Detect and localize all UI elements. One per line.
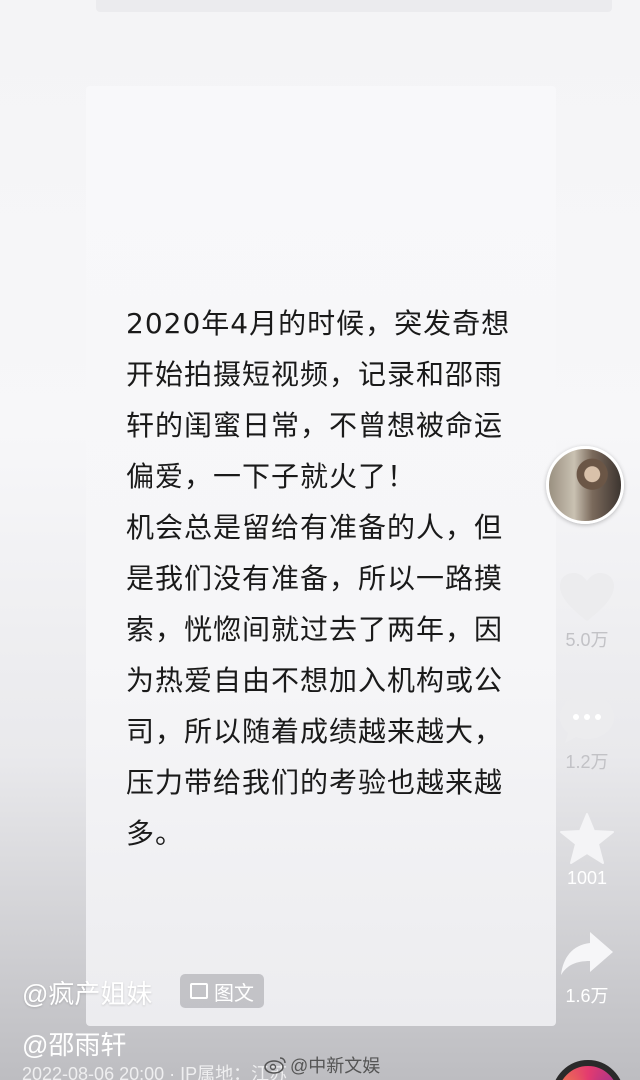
watermark-text: @中新文娱 bbox=[290, 1056, 381, 1076]
music-disc[interactable] bbox=[552, 1060, 624, 1080]
share-arrow-icon bbox=[561, 932, 613, 975]
image-text-badge: 图文 bbox=[180, 974, 264, 1008]
favorite-count: 1001 bbox=[566, 868, 608, 888]
comment-bubble-icon bbox=[560, 695, 614, 743]
comment-count: 1.2万 bbox=[565, 752, 609, 772]
article-text: 2020年4月的时候，突发奇想开始拍摄短视频，记录和邵雨轩的闺蜜日常，不曾想被命… bbox=[126, 298, 521, 859]
share-button[interactable]: 1.6万 bbox=[548, 928, 626, 1008]
heart-icon bbox=[560, 573, 614, 621]
mention-handle[interactable]: @邵雨轩 bbox=[22, 1025, 126, 1062]
author-avatar[interactable] bbox=[546, 446, 624, 524]
image-text-icon bbox=[190, 983, 208, 999]
top-bar bbox=[96, 0, 612, 12]
like-button[interactable]: 5.0万 bbox=[548, 572, 626, 652]
article-paragraph-2: 机会总是留给有准备的人，但是我们没有准备，所以一路摸索，恍惚间就过去了两年，因为… bbox=[126, 511, 504, 850]
badge-label: 图文 bbox=[214, 980, 254, 1005]
comment-button[interactable]: 1.2万 bbox=[548, 692, 626, 774]
favorite-button[interactable]: 1001 bbox=[548, 812, 626, 889]
author-handle[interactable]: @疯产姐妹 bbox=[22, 974, 152, 1011]
post-meta: 2022-08-06 20:00 · IP属地：江苏 bbox=[22, 1064, 288, 1080]
weibo-icon bbox=[264, 1057, 286, 1074]
article-paragraph-1: 2020年4月的时候，突发奇想开始拍摄短视频，记录和邵雨轩的闺蜜日常，不曾想被命… bbox=[126, 307, 511, 493]
watermark: @中新文娱 bbox=[264, 1052, 380, 1078]
like-count: 5.0万 bbox=[565, 630, 609, 650]
share-count: 1.6万 bbox=[565, 986, 609, 1006]
star-icon bbox=[560, 813, 614, 864]
